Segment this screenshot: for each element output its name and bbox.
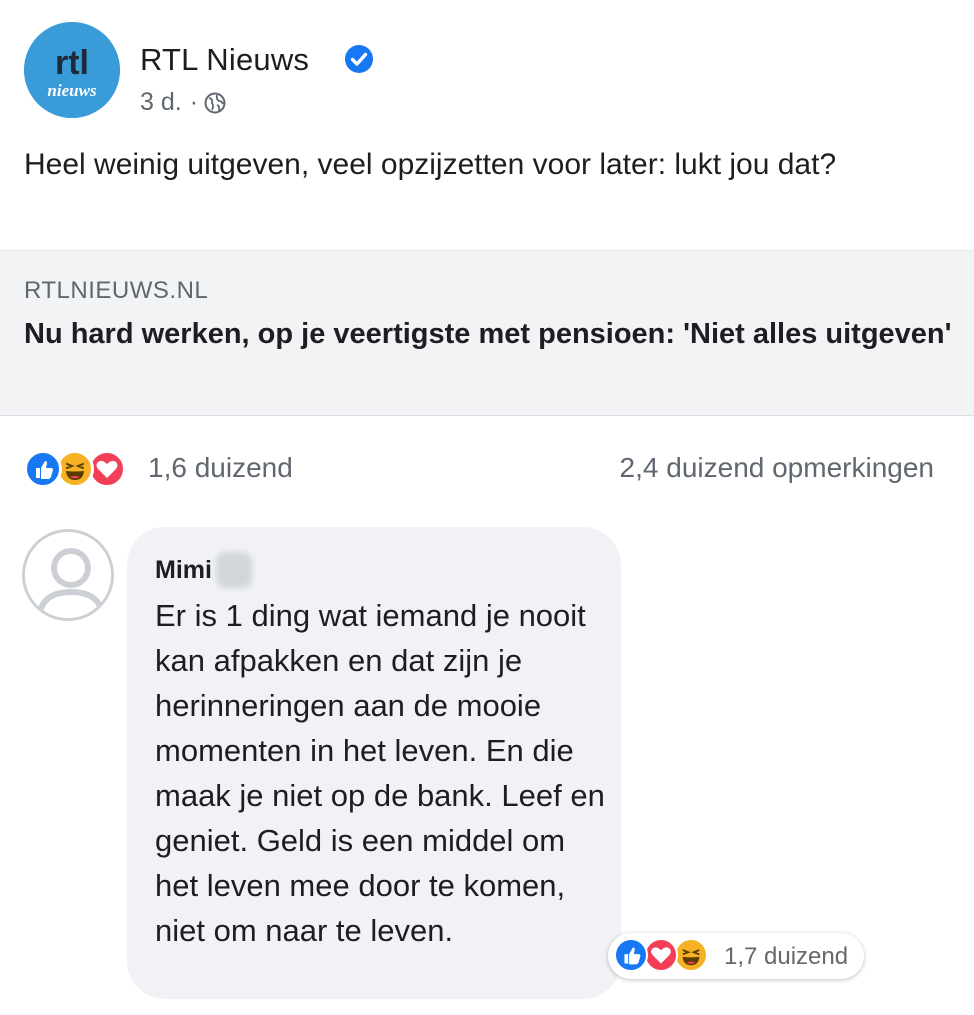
commenter-name[interactable]: Mimi (155, 552, 252, 588)
comment-reaction-count: 1,7 duizend (724, 943, 849, 970)
page-avatar[interactable]: rtl nieuws (24, 22, 120, 118)
globe-icon (204, 92, 226, 113)
haha-icon (674, 938, 708, 972)
commenter-name-text: Mimi (155, 555, 212, 584)
comment: Mimi Er is 1 ding wat iemand je nooit ka… (0, 505, 974, 1015)
comment-count[interactable]: 2,4 duizend opmerkingen (620, 452, 934, 484)
svg-text:nieuws: nieuws (47, 81, 97, 100)
post-header: rtl nieuws RTL Nieuws 3 d. · (24, 22, 954, 122)
name-redaction (215, 552, 252, 588)
link-domain: RTLNIEUWS.NL (24, 277, 209, 304)
reaction-icons[interactable] (24, 450, 142, 490)
love-icon (644, 938, 678, 972)
post-text: Heel weinig uitgeven, veel opzijzetten v… (24, 148, 837, 181)
link-title[interactable]: Nu hard werken, op je veertigste met pen… (24, 315, 954, 353)
like-icon (614, 938, 648, 972)
comment-text: Er is 1 ding wat iemand je nooit kan afp… (155, 598, 605, 948)
post-meta: 3 d. · (140, 88, 226, 117)
meta-separator: · (189, 88, 199, 116)
like-icon (24, 450, 62, 488)
link-preview[interactable]: RTLNIEUWS.NL Nu hard werken, op je veert… (0, 250, 974, 416)
svg-text:rtl: rtl (55, 44, 89, 82)
default-avatar-icon (25, 532, 111, 618)
page-name[interactable]: RTL Nieuws (140, 42, 309, 78)
rtl-nieuws-logo: rtl nieuws (24, 22, 120, 118)
comment-bubble: Mimi Er is 1 ding wat iemand je nooit ka… (127, 527, 621, 999)
comment-reactions[interactable]: 1,7 duizend (608, 933, 864, 979)
reactions-bar: 1,6 duizend 2,4 duizend opmerkingen (24, 446, 934, 492)
commenter-avatar[interactable] (22, 529, 114, 621)
post-timestamp[interactable]: 3 d. (140, 88, 182, 117)
verified-check-icon (345, 45, 373, 73)
reaction-count[interactable]: 1,6 duizend (148, 452, 293, 484)
